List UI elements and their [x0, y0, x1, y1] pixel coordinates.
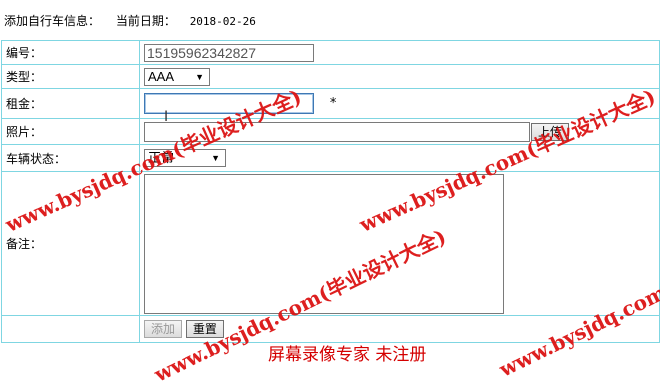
form-row-type: 类型： AAA ▼ — [1, 64, 660, 89]
notes-cell — [139, 171, 660, 316]
rent-label: 租金： — [1, 88, 140, 119]
notes-label: 备注： — [1, 171, 140, 316]
buttons-label-cell — [1, 315, 140, 343]
photo-cell: 上传 — [139, 118, 660, 145]
text-cursor-icon: I — [164, 109, 169, 125]
rent-cell: * — [139, 88, 660, 119]
upload-button[interactable]: 上传 — [531, 122, 570, 141]
form-row-photo: 照片： 上传 — [1, 118, 660, 145]
form-row-notes: 备注： — [1, 171, 660, 316]
code-label: 编号： — [1, 40, 140, 65]
form-row-code: 编号： — [1, 40, 660, 65]
page-header: 添加自行车信息： 当前日期： 2018-02-26 — [4, 12, 256, 29]
code-cell — [139, 40, 660, 65]
type-selected-value: AAA — [148, 68, 175, 84]
dropdown-arrow-icon: ▼ — [211, 153, 220, 163]
status-label: 车辆状态： — [1, 144, 140, 172]
buttons-cell: 添加 重置 — [139, 315, 660, 343]
reset-button[interactable]: 重置 — [185, 320, 224, 338]
type-cell: AAA ▼ — [139, 64, 660, 89]
required-mark: * — [329, 96, 337, 111]
status-cell: 正常 ▼ — [139, 144, 660, 172]
photo-label: 照片： — [1, 118, 140, 145]
code-input[interactable] — [144, 43, 314, 62]
type-label: 类型： — [1, 64, 140, 89]
date-label: 当前日期： — [115, 14, 176, 28]
form-row-buttons: 添加 重置 — [1, 315, 660, 343]
dropdown-arrow-icon: ▼ — [195, 71, 204, 82]
form-row-status: 车辆状态： 正常 ▼ — [1, 144, 660, 172]
type-select[interactable]: AAA ▼ — [144, 67, 210, 86]
bike-form-table: 编号： 类型： AAA ▼ 租金： * 照片： 上传 车辆状态： 正常 — [1, 40, 660, 343]
notes-textarea[interactable] — [144, 173, 504, 314]
add-button[interactable]: 添加 — [144, 320, 183, 338]
date-value: 2018-02-26 — [189, 15, 256, 28]
status-selected-value: 正常 — [148, 150, 175, 165]
status-select[interactable]: 正常 ▼ — [144, 149, 226, 167]
recorder-watermark: 屏幕录像专家 未注册 — [268, 345, 427, 365]
photo-input[interactable] — [144, 121, 530, 142]
page-title: 添加自行车信息： — [4, 14, 101, 28]
rent-input[interactable] — [144, 93, 314, 114]
form-row-rent: 租金： * — [1, 88, 660, 119]
